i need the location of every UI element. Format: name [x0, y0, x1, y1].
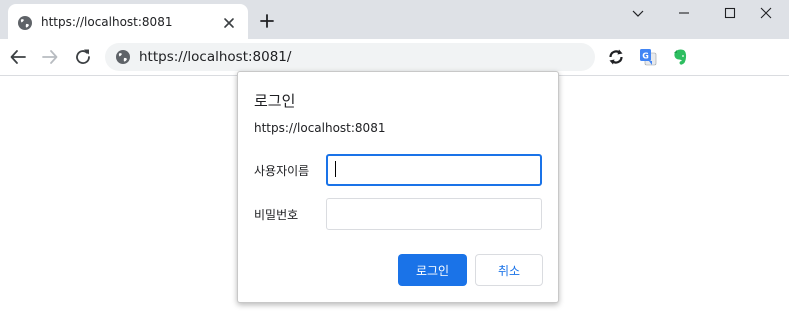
site-info-globe-icon[interactable] — [115, 49, 131, 65]
new-tab-icon[interactable] — [256, 10, 278, 32]
dialog-title: 로그인 — [254, 92, 296, 110]
text-caret — [335, 161, 336, 177]
forward-arrow-icon[interactable] — [38, 45, 62, 69]
tab-title: https://localhost:8081 — [41, 15, 173, 29]
close-window-icon[interactable] — [743, 0, 789, 26]
password-label: 비밀번호 — [254, 208, 299, 222]
close-tab-icon[interactable] — [221, 15, 237, 31]
tab-strip: https://localhost:8081 — [0, 0, 789, 39]
sync-icon[interactable] — [607, 48, 625, 66]
username-label: 사용자이름 — [254, 164, 310, 178]
address-bar[interactable] — [105, 43, 595, 71]
globe-icon — [17, 15, 33, 31]
login-dialog: 로그인 https://localhost:8081 사용자이름 비밀번호 로그… — [237, 71, 559, 303]
back-arrow-icon[interactable] — [6, 45, 30, 69]
google-translate-icon[interactable]: G — [639, 48, 657, 66]
browser-tab[interactable]: https://localhost:8081 — [8, 4, 248, 39]
minimize-icon[interactable] — [661, 0, 707, 26]
reload-icon[interactable] — [71, 45, 95, 69]
password-field[interactable] — [326, 198, 542, 230]
dialog-origin-url: https://localhost:8081 — [254, 121, 386, 135]
username-field[interactable] — [326, 154, 542, 186]
address-input[interactable] — [139, 47, 579, 67]
cancel-button[interactable]: 취소 — [475, 254, 543, 286]
svg-text:G: G — [642, 52, 649, 61]
tab-search-chevron-icon[interactable] — [615, 0, 661, 26]
evernote-icon[interactable] — [671, 48, 689, 66]
login-button[interactable]: 로그인 — [398, 254, 467, 286]
